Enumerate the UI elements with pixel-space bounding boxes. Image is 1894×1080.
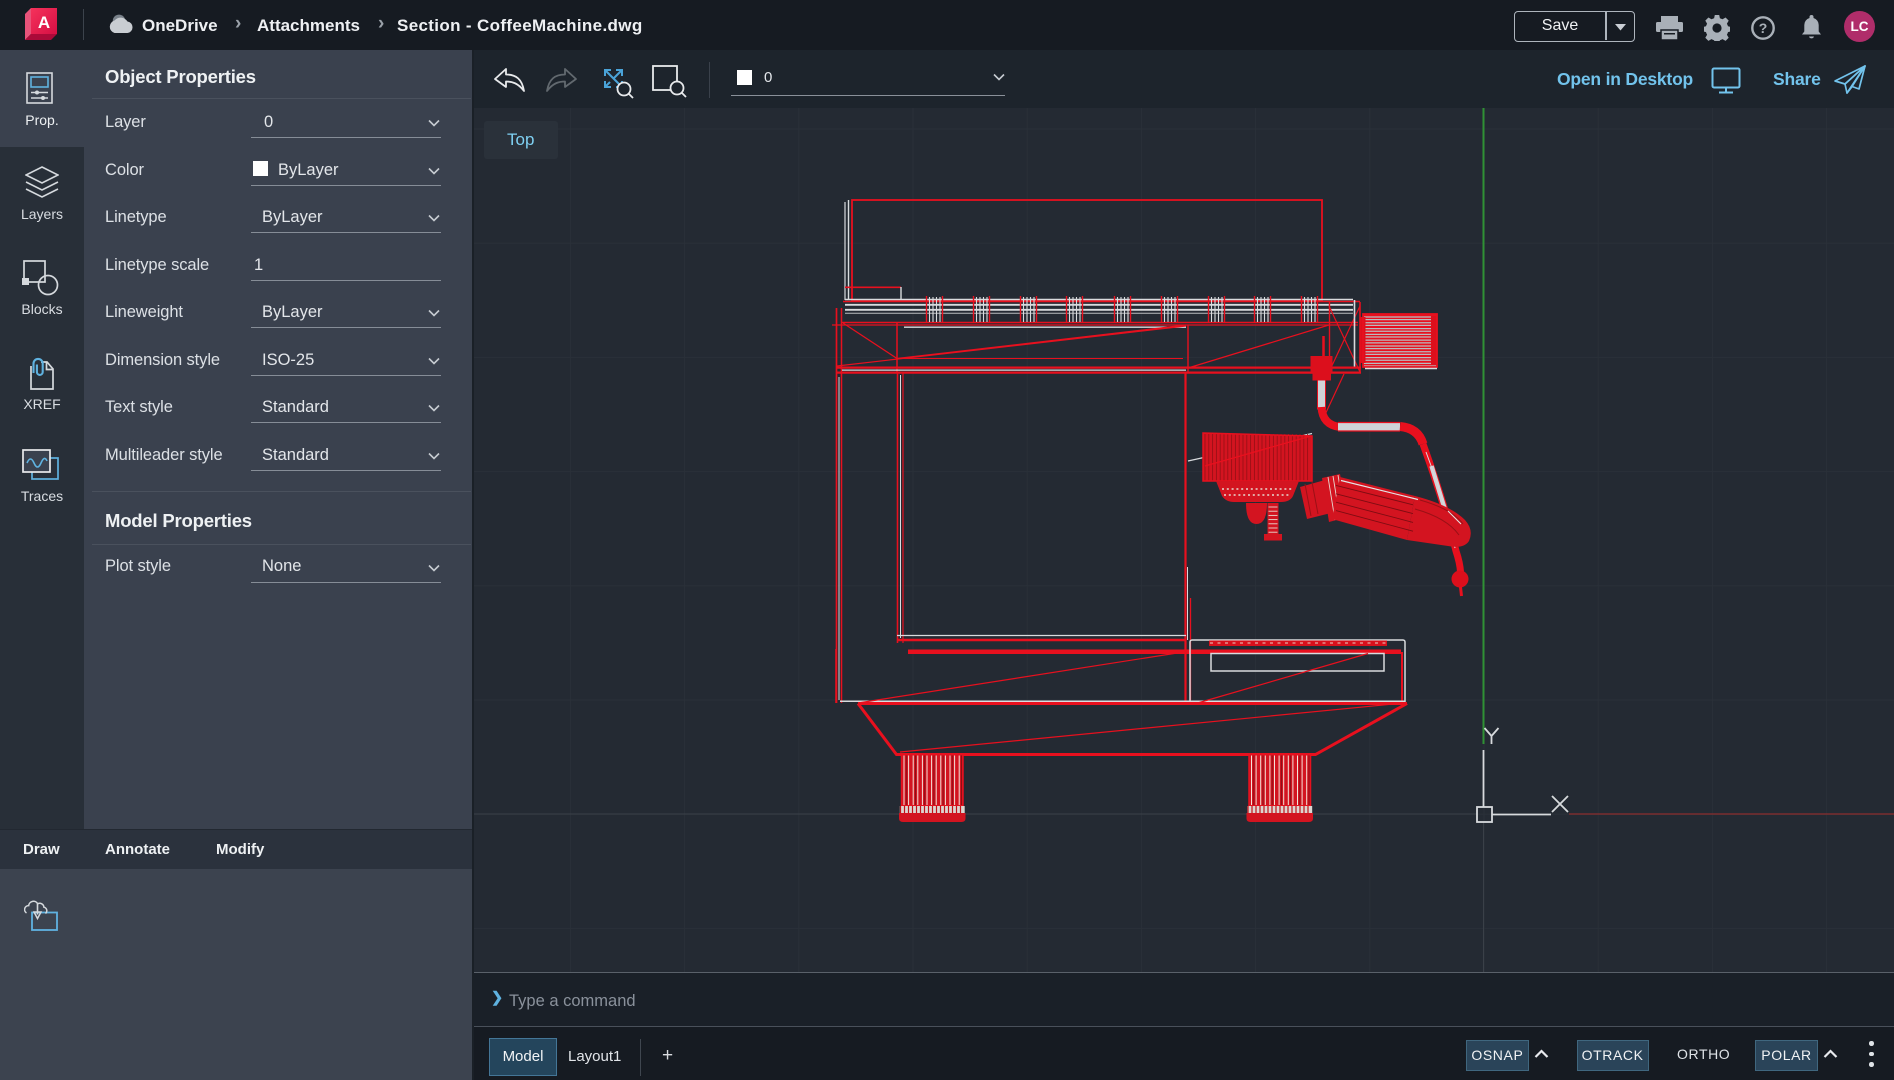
svg-text:?: ? xyxy=(1759,20,1768,36)
svg-text:A: A xyxy=(38,13,50,32)
